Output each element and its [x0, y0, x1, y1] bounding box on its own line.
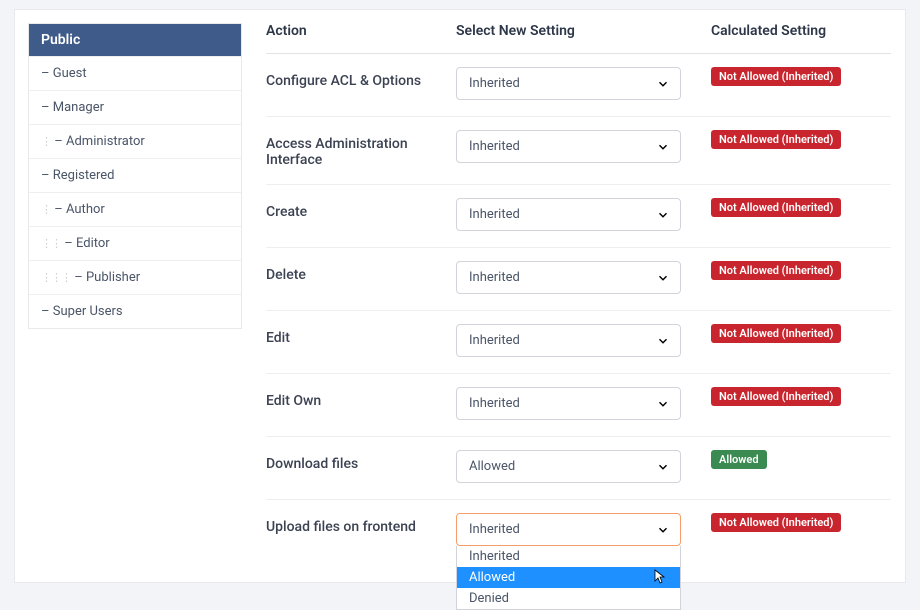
sidebar-active-group[interactable]: Public [29, 24, 241, 56]
setting-select[interactable]: Inherited [456, 324, 681, 357]
select-value: Inherited [469, 333, 520, 348]
perm-row-edit-own: Edit Own Inherited Not Allowed (Inherite… [266, 374, 891, 437]
select-value: Inherited [469, 270, 520, 285]
sidebar-item-label: Registered [53, 168, 115, 183]
sidebar-item-label: Super Users [53, 304, 123, 319]
action-label: Download files [266, 450, 456, 472]
col-header-action: Action [266, 23, 456, 39]
setting-select[interactable]: Inherited [456, 261, 681, 294]
sidebar-item-manager[interactable]: – Manager [29, 90, 241, 124]
action-label: Access Administration Interface [266, 130, 456, 168]
chevron-down-icon [656, 77, 670, 91]
calculated-badge: Allowed [711, 450, 767, 469]
calculated-badge: Not Allowed (Inherited) [711, 130, 841, 149]
group-sidebar: Public – Guest – Manager ⋮ – Administrat… [28, 23, 242, 329]
col-header-calculated: Calculated Setting [711, 23, 891, 39]
calculated-badge: Not Allowed (Inherited) [711, 324, 841, 343]
table-header-row: Action Select New Setting Calculated Set… [266, 23, 891, 54]
dropdown-option-inherited[interactable]: Inherited [457, 546, 680, 567]
mouse-cursor-icon [654, 569, 666, 585]
setting-select[interactable]: Inherited [456, 130, 681, 163]
sidebar-item-editor[interactable]: ⋮⋮ – Editor [29, 226, 241, 260]
perm-row-create: Create Inherited Not Allowed (Inherited) [266, 185, 891, 248]
select-value: Inherited [469, 522, 520, 537]
select-value: Inherited [469, 396, 520, 411]
setting-dropdown: Inherited Allowed Denied [456, 546, 681, 610]
select-value: Inherited [469, 207, 520, 222]
action-label: Edit Own [266, 387, 456, 409]
chevron-down-icon [656, 334, 670, 348]
calculated-badge: Not Allowed (Inherited) [711, 387, 841, 406]
sidebar-item-label: Guest [53, 66, 87, 81]
chevron-down-icon [656, 140, 670, 154]
chevron-down-icon [656, 271, 670, 285]
calculated-badge: Not Allowed (Inherited) [711, 198, 841, 217]
col-header-setting: Select New Setting [456, 23, 711, 39]
setting-select[interactable]: Inherited [456, 67, 681, 100]
sidebar-item-author[interactable]: ⋮ – Author [29, 192, 241, 226]
sidebar-item-label: Publisher [86, 270, 140, 285]
sidebar-item-administrator[interactable]: ⋮ – Administrator [29, 124, 241, 158]
setting-select[interactable]: Inherited [456, 198, 681, 231]
action-label: Create [266, 198, 456, 220]
calculated-badge: Not Allowed (Inherited) [711, 261, 841, 280]
select-value: Allowed [469, 459, 515, 474]
permissions-table: Action Select New Setting Calculated Set… [266, 23, 891, 562]
sidebar-item-registered[interactable]: – Registered [29, 158, 241, 192]
perm-row-access-admin: Access Administration Interface Inherite… [266, 117, 891, 185]
select-value: Inherited [469, 139, 520, 154]
perm-row-configure-acl: Configure ACL & Options Inherited Not Al… [266, 54, 891, 117]
sidebar-item-label: Administrator [66, 134, 145, 149]
action-label: Upload files on frontend [266, 513, 456, 535]
action-label: Edit [266, 324, 456, 346]
dropdown-option-allowed[interactable]: Allowed [457, 567, 680, 588]
chevron-down-icon [656, 460, 670, 474]
dropdown-option-denied[interactable]: Denied [457, 588, 680, 609]
calculated-badge: Not Allowed (Inherited) [711, 67, 841, 86]
chevron-down-icon [656, 208, 670, 222]
sidebar-item-guest[interactable]: – Guest [29, 56, 241, 90]
sidebar-item-label: Author [66, 202, 105, 217]
chevron-down-icon [656, 397, 670, 411]
perm-row-upload-files: Upload files on frontend Inherited Inher… [266, 500, 891, 562]
select-value: Inherited [469, 76, 520, 91]
perm-row-delete: Delete Inherited Not Allowed (Inherited) [266, 248, 891, 311]
setting-select[interactable]: Inherited [456, 513, 681, 546]
sidebar-item-label: Editor [76, 236, 110, 251]
perm-row-edit: Edit Inherited Not Allowed (Inherited) [266, 311, 891, 374]
sidebar-item-label: Manager [53, 100, 104, 115]
calculated-badge: Not Allowed (Inherited) [711, 513, 841, 532]
action-label: Delete [266, 261, 456, 283]
sidebar-item-super-users[interactable]: – Super Users [29, 294, 241, 328]
action-label: Configure ACL & Options [266, 67, 456, 89]
setting-select[interactable]: Inherited [456, 387, 681, 420]
setting-select[interactable]: Allowed [456, 450, 681, 483]
sidebar-item-publisher[interactable]: ⋮⋮⋮ – Publisher [29, 260, 241, 294]
main-container: Public – Guest – Manager ⋮ – Administrat… [14, 9, 906, 583]
perm-row-download-files: Download files Allowed Allowed [266, 437, 891, 500]
